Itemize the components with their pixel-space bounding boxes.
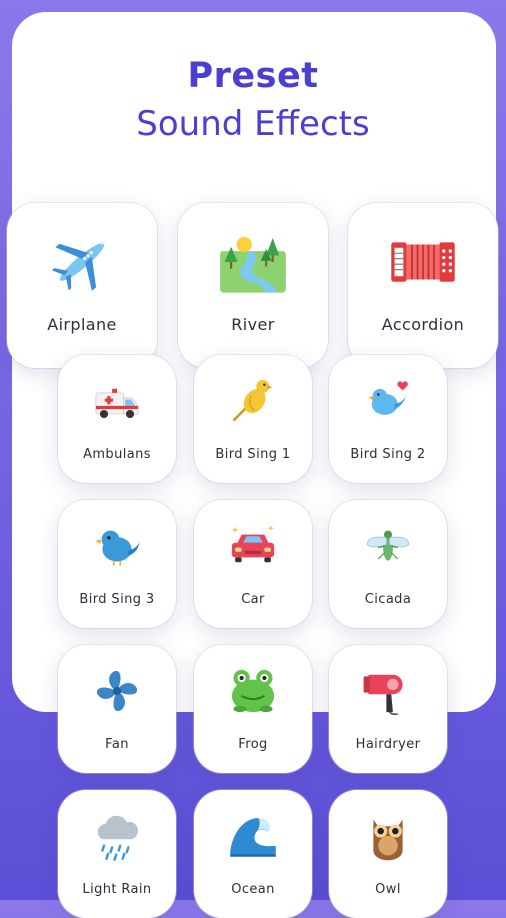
sound-card-bird-sing-1[interactable]: Bird Sing 1 [194,355,312,483]
canary-icon [232,379,273,422]
sound-label: Accordion [381,315,465,334]
sound-card-ocean[interactable]: Ocean [194,790,312,918]
hairdryer-icon [363,674,403,716]
sound-card-bird-sing-3[interactable]: Bird Sing 3 [58,500,176,628]
sound-label: Bird Sing 3 [79,592,155,607]
sound-card-cicada[interactable]: Cicada [329,500,447,628]
bird-heart-icon [368,381,408,415]
sound-card-light-rain[interactable]: Light Rain [58,790,176,918]
sound-label: Hairdryer [355,737,421,752]
wave-icon [230,818,276,857]
sound-card-car[interactable]: Car [194,500,312,628]
sound-card-fan[interactable]: Fan [58,645,176,773]
river-icon [220,236,286,293]
sound-label: Frog [238,737,268,752]
sound-label: Ambulans [83,447,151,462]
owl-icon [373,819,403,861]
sound-label: Ocean [231,882,275,897]
sound-card-owl[interactable]: Owl [329,790,447,918]
sound-card-hairdryer[interactable]: Hairdryer [329,645,447,773]
sound-card-accordion[interactable]: Accordion [348,203,498,368]
sound-label: Light Rain [82,882,152,897]
sound-label: Car [241,592,265,607]
sound-label: Bird Sing 1 [215,447,291,462]
sound-label: River [231,315,275,334]
fan-icon [96,670,138,712]
sound-label: Airplane [47,315,117,334]
page-title: Preset [187,56,319,96]
sound-label: Bird Sing 2 [350,447,426,462]
accordion-icon [391,242,455,282]
sound-card-bird-sing-2[interactable]: Bird Sing 2 [329,355,447,483]
sound-card-airplane[interactable]: Airplane [7,203,157,368]
page-subtitle: Sound Effects [136,104,370,144]
ambulance-icon [95,388,139,419]
sound-label: Fan [105,737,129,752]
airplane-icon [51,239,108,291]
sound-card-frog[interactable]: Frog [194,645,312,773]
sound-label: Owl [375,882,401,897]
bluebird-icon [95,530,140,566]
car-icon [231,524,275,563]
sound-card-ambulans[interactable]: Ambulans [58,355,176,483]
cicada-icon [366,530,410,561]
rain-cloud-icon [97,815,139,861]
sound-label: Cicada [364,592,412,607]
sound-card-river[interactable]: River [178,203,328,368]
frog-icon [231,669,275,713]
